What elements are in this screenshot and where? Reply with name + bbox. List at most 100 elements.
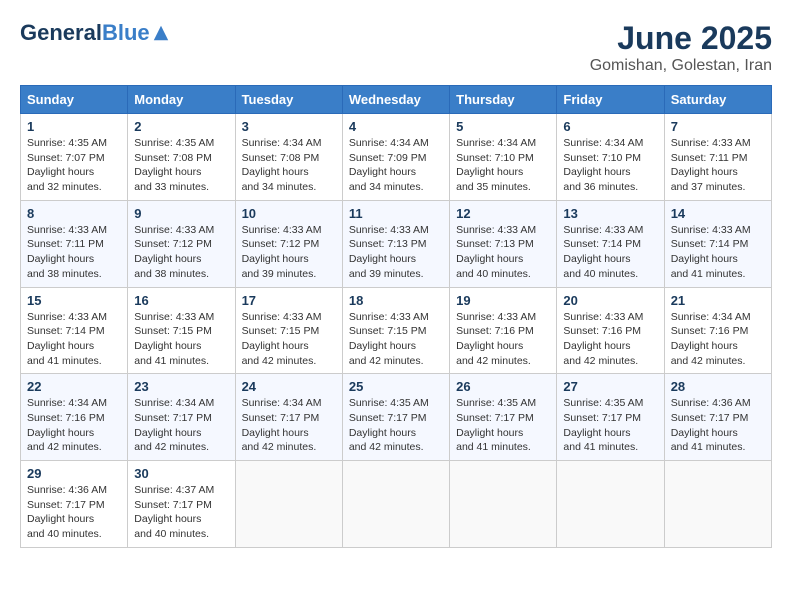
day-info: Sunrise: 4:33 AMSunset: 7:15 PMDaylight … [349,311,429,367]
day-info: Sunrise: 4:34 AMSunset: 7:16 PMDaylight … [671,311,751,367]
day-number: 5 [456,119,550,134]
day-number: 22 [27,379,121,394]
calendar-week-2: 8 Sunrise: 4:33 AMSunset: 7:11 PMDayligh… [21,200,772,287]
logo-icon [152,24,170,42]
day-info: Sunrise: 4:33 AMSunset: 7:15 PMDaylight … [134,311,214,367]
calendar-week-3: 15 Sunrise: 4:33 AMSunset: 7:14 PMDaylig… [21,287,772,374]
table-row [557,461,664,548]
day-info: Sunrise: 4:35 AMSunset: 7:08 PMDaylight … [134,137,214,193]
day-info: Sunrise: 4:35 AMSunset: 7:17 PMDaylight … [563,397,643,453]
calendar-week-4: 22 Sunrise: 4:34 AMSunset: 7:16 PMDaylig… [21,374,772,461]
logo-general: GeneralBlue [20,20,150,46]
logo: GeneralBlue [20,20,170,46]
day-number: 20 [563,293,657,308]
table-row: 1 Sunrise: 4:35 AMSunset: 7:07 PMDayligh… [21,114,128,201]
day-number: 30 [134,466,228,481]
day-info: Sunrise: 4:33 AMSunset: 7:13 PMDaylight … [456,224,536,280]
calendar-week-5: 29 Sunrise: 4:36 AMSunset: 7:17 PMDaylig… [21,461,772,548]
day-number: 12 [456,206,550,221]
day-info: Sunrise: 4:34 AMSunset: 7:17 PMDaylight … [242,397,322,453]
day-info: Sunrise: 4:34 AMSunset: 7:08 PMDaylight … [242,137,322,193]
day-number: 1 [27,119,121,134]
table-row: 8 Sunrise: 4:33 AMSunset: 7:11 PMDayligh… [21,200,128,287]
day-number: 26 [456,379,550,394]
calendar-header-saturday: Saturday [664,86,771,114]
title-block: June 2025 Gomishan, Golestan, Iran [590,20,772,75]
location-subtitle: Gomishan, Golestan, Iran [590,57,772,75]
calendar-header-sunday: Sunday [21,86,128,114]
table-row: 13 Sunrise: 4:33 AMSunset: 7:14 PMDaylig… [557,200,664,287]
day-info: Sunrise: 4:33 AMSunset: 7:11 PMDaylight … [27,224,107,280]
table-row: 14 Sunrise: 4:33 AMSunset: 7:14 PMDaylig… [664,200,771,287]
day-number: 29 [27,466,121,481]
day-number: 15 [27,293,121,308]
day-number: 25 [349,379,443,394]
table-row: 10 Sunrise: 4:33 AMSunset: 7:12 PMDaylig… [235,200,342,287]
day-number: 10 [242,206,336,221]
table-row: 3 Sunrise: 4:34 AMSunset: 7:08 PMDayligh… [235,114,342,201]
table-row [342,461,449,548]
day-number: 27 [563,379,657,394]
calendar-header-friday: Friday [557,86,664,114]
month-title: June 2025 [590,20,772,57]
day-number: 19 [456,293,550,308]
day-info: Sunrise: 4:33 AMSunset: 7:15 PMDaylight … [242,311,322,367]
table-row: 28 Sunrise: 4:36 AMSunset: 7:17 PMDaylig… [664,374,771,461]
calendar-header-thursday: Thursday [450,86,557,114]
day-number: 14 [671,206,765,221]
table-row: 16 Sunrise: 4:33 AMSunset: 7:15 PMDaylig… [128,287,235,374]
day-number: 4 [349,119,443,134]
table-row [664,461,771,548]
day-info: Sunrise: 4:35 AMSunset: 7:07 PMDaylight … [27,137,107,193]
table-row: 27 Sunrise: 4:35 AMSunset: 7:17 PMDaylig… [557,374,664,461]
calendar-header-row: SundayMondayTuesdayWednesdayThursdayFrid… [21,86,772,114]
day-info: Sunrise: 4:36 AMSunset: 7:17 PMDaylight … [671,397,751,453]
day-info: Sunrise: 4:34 AMSunset: 7:10 PMDaylight … [563,137,643,193]
table-row: 4 Sunrise: 4:34 AMSunset: 7:09 PMDayligh… [342,114,449,201]
calendar-header-monday: Monday [128,86,235,114]
table-row: 17 Sunrise: 4:33 AMSunset: 7:15 PMDaylig… [235,287,342,374]
table-row: 2 Sunrise: 4:35 AMSunset: 7:08 PMDayligh… [128,114,235,201]
table-row: 26 Sunrise: 4:35 AMSunset: 7:17 PMDaylig… [450,374,557,461]
table-row: 18 Sunrise: 4:33 AMSunset: 7:15 PMDaylig… [342,287,449,374]
table-row: 12 Sunrise: 4:33 AMSunset: 7:13 PMDaylig… [450,200,557,287]
day-number: 3 [242,119,336,134]
day-number: 21 [671,293,765,308]
day-info: Sunrise: 4:33 AMSunset: 7:14 PMDaylight … [563,224,643,280]
table-row: 5 Sunrise: 4:34 AMSunset: 7:10 PMDayligh… [450,114,557,201]
table-row: 6 Sunrise: 4:34 AMSunset: 7:10 PMDayligh… [557,114,664,201]
table-row: 21 Sunrise: 4:34 AMSunset: 7:16 PMDaylig… [664,287,771,374]
table-row [235,461,342,548]
page-header: GeneralBlue June 2025 Gomishan, Golestan… [20,20,772,75]
day-info: Sunrise: 4:33 AMSunset: 7:12 PMDaylight … [242,224,322,280]
day-info: Sunrise: 4:33 AMSunset: 7:16 PMDaylight … [563,311,643,367]
day-info: Sunrise: 4:33 AMSunset: 7:14 PMDaylight … [671,224,751,280]
day-info: Sunrise: 4:34 AMSunset: 7:17 PMDaylight … [134,397,214,453]
table-row: 7 Sunrise: 4:33 AMSunset: 7:11 PMDayligh… [664,114,771,201]
table-row: 23 Sunrise: 4:34 AMSunset: 7:17 PMDaylig… [128,374,235,461]
day-info: Sunrise: 4:34 AMSunset: 7:09 PMDaylight … [349,137,429,193]
table-row: 15 Sunrise: 4:33 AMSunset: 7:14 PMDaylig… [21,287,128,374]
day-info: Sunrise: 4:33 AMSunset: 7:14 PMDaylight … [27,311,107,367]
day-number: 6 [563,119,657,134]
day-number: 23 [134,379,228,394]
table-row: 20 Sunrise: 4:33 AMSunset: 7:16 PMDaylig… [557,287,664,374]
day-number: 17 [242,293,336,308]
calendar-header-wednesday: Wednesday [342,86,449,114]
day-info: Sunrise: 4:34 AMSunset: 7:16 PMDaylight … [27,397,107,453]
day-number: 7 [671,119,765,134]
day-number: 8 [27,206,121,221]
day-info: Sunrise: 4:36 AMSunset: 7:17 PMDaylight … [27,484,107,540]
day-info: Sunrise: 4:33 AMSunset: 7:11 PMDaylight … [671,137,751,193]
table-row: 19 Sunrise: 4:33 AMSunset: 7:16 PMDaylig… [450,287,557,374]
day-info: Sunrise: 4:33 AMSunset: 7:12 PMDaylight … [134,224,214,280]
day-info: Sunrise: 4:33 AMSunset: 7:16 PMDaylight … [456,311,536,367]
table-row: 24 Sunrise: 4:34 AMSunset: 7:17 PMDaylig… [235,374,342,461]
day-number: 18 [349,293,443,308]
table-row: 30 Sunrise: 4:37 AMSunset: 7:17 PMDaylig… [128,461,235,548]
table-row: 25 Sunrise: 4:35 AMSunset: 7:17 PMDaylig… [342,374,449,461]
day-number: 24 [242,379,336,394]
day-number: 16 [134,293,228,308]
calendar-header-tuesday: Tuesday [235,86,342,114]
calendar-body: 1 Sunrise: 4:35 AMSunset: 7:07 PMDayligh… [21,114,772,548]
